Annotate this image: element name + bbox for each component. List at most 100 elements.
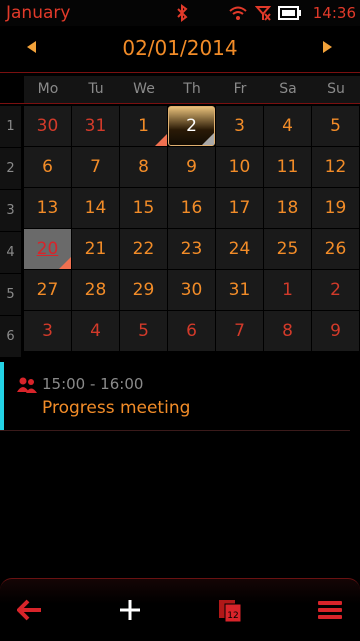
day-number: 29 (132, 280, 155, 300)
plus-icon (120, 600, 140, 620)
day-cell[interactable]: 2 (312, 270, 359, 310)
day-cell-today[interactable]: 2 (168, 106, 215, 146)
divider (0, 72, 360, 73)
week-numbers: 1 2 3 4 5 6 (0, 106, 21, 358)
day-number: 5 (138, 321, 149, 341)
event-title: Progress meeting (42, 398, 191, 418)
day-number: 6 (186, 321, 197, 341)
day-cell[interactable]: 21 (72, 229, 119, 269)
day-cell[interactable]: 24 (216, 229, 263, 269)
weekday-label: Sa (279, 81, 297, 97)
wifi-icon (229, 6, 247, 20)
day-cell[interactable]: 8 (264, 311, 311, 351)
day-cell[interactable]: 18 (264, 188, 311, 228)
day-number: 31 (228, 280, 251, 300)
day-cell[interactable]: 27 (24, 270, 71, 310)
day-cell[interactable]: 4 (72, 311, 119, 351)
menu-icon (318, 601, 342, 619)
week-number: 3 (0, 190, 21, 232)
svg-text:12: 12 (227, 611, 238, 621)
week-number: 4 (0, 232, 21, 274)
day-cell[interactable]: 4 (264, 106, 311, 146)
today-button[interactable]: 12 (210, 591, 250, 629)
weekday-label: Th (183, 81, 201, 97)
day-cell[interactable]: 31 (72, 106, 119, 146)
week-number: 1 (0, 106, 21, 148)
day-cell[interactable]: 19 (312, 188, 359, 228)
back-button[interactable] (10, 591, 50, 629)
add-event-button[interactable] (110, 591, 150, 629)
next-month-icon[interactable] (323, 41, 332, 53)
day-cell[interactable]: 23 (168, 229, 215, 269)
event-marker (155, 134, 167, 146)
day-cell[interactable]: 7 (216, 311, 263, 351)
day-number: 15 (132, 198, 155, 218)
day-cell[interactable]: 28 (72, 270, 119, 310)
day-number: 13 (36, 198, 59, 218)
day-cell[interactable]: 13 (24, 188, 71, 228)
clock: 14:36 (312, 4, 356, 22)
menu-button[interactable] (310, 591, 350, 629)
event-item[interactable]: 15:00 - 16:00 Progress meeting (0, 362, 350, 431)
week-number: 5 (0, 274, 21, 316)
day-cell[interactable]: 10 (216, 147, 263, 187)
event-marker (59, 257, 71, 269)
day-cell[interactable]: 25 (264, 229, 311, 269)
day-number: 3 (234, 116, 245, 136)
day-number: 20 (36, 239, 59, 259)
bluetooth-icon (177, 4, 188, 22)
day-cell[interactable]: 11 (264, 147, 311, 187)
day-cell[interactable]: 6 (168, 311, 215, 351)
day-number: 10 (228, 157, 251, 177)
weekday-label: Fr (233, 81, 247, 97)
day-cell[interactable]: 12 (312, 147, 359, 187)
day-cell[interactable]: 9 (312, 311, 359, 351)
day-number: 17 (228, 198, 251, 218)
day-cell[interactable]: 16 (168, 188, 215, 228)
day-cell[interactable]: 5 (312, 106, 359, 146)
day-cell[interactable]: 22 (120, 229, 167, 269)
weekday-header: Mo Tu We Th Fr Sa Su (24, 76, 360, 103)
day-cell[interactable]: 15 (120, 188, 167, 228)
day-cell[interactable]: 26 (312, 229, 359, 269)
day-cell[interactable]: 1 (120, 106, 167, 146)
current-date[interactable]: 02/01/2014 (0, 36, 360, 60)
day-cell[interactable]: 30 (168, 270, 215, 310)
divider (0, 103, 360, 104)
day-number: 24 (228, 239, 251, 259)
day-cell[interactable]: 17 (216, 188, 263, 228)
day-cell[interactable]: 5 (120, 311, 167, 351)
day-cell[interactable]: 3 (24, 311, 71, 351)
day-cell[interactable]: 14 (72, 188, 119, 228)
day-cell[interactable]: 1 (264, 270, 311, 310)
event-marker (202, 133, 214, 145)
day-cell[interactable]: 9 (168, 147, 215, 187)
day-number: 14 (84, 198, 107, 218)
day-number: 11 (276, 157, 299, 177)
day-number: 27 (36, 280, 59, 300)
status-bar: January 14:36 (0, 0, 360, 26)
bottom-toolbar: 12 (0, 578, 360, 641)
day-cell[interactable]: 3 (216, 106, 263, 146)
day-cell[interactable]: 30 (24, 106, 71, 146)
day-cell[interactable]: 7 (72, 147, 119, 187)
event-color-stripe (0, 362, 4, 430)
date-navigator: 02/01/2014 (0, 26, 360, 72)
month-grid: 30 31 1 2 3 4 5 6 7 8 9 10 11 12 13 14 15 16 17 18 19 20 21 22 2… (24, 106, 360, 352)
weekday-label: Mo (37, 81, 59, 97)
weekday-label: Su (327, 81, 345, 97)
day-cell[interactable]: 8 (120, 147, 167, 187)
day-cell-selected[interactable]: 20 (24, 229, 71, 269)
day-number: 26 (324, 239, 347, 259)
back-arrow-icon (17, 599, 41, 621)
day-cell[interactable]: 6 (24, 147, 71, 187)
day-number: 2 (330, 280, 341, 300)
calendar-day-icon: 12 (219, 600, 242, 623)
day-number: 30 (36, 116, 59, 136)
week-number: 2 (0, 148, 21, 190)
day-cell[interactable]: 29 (120, 270, 167, 310)
weekday-label: Tu (88, 81, 104, 97)
weekday-label: We (133, 81, 155, 97)
day-cell[interactable]: 31 (216, 270, 263, 310)
day-number: 7 (90, 157, 101, 177)
